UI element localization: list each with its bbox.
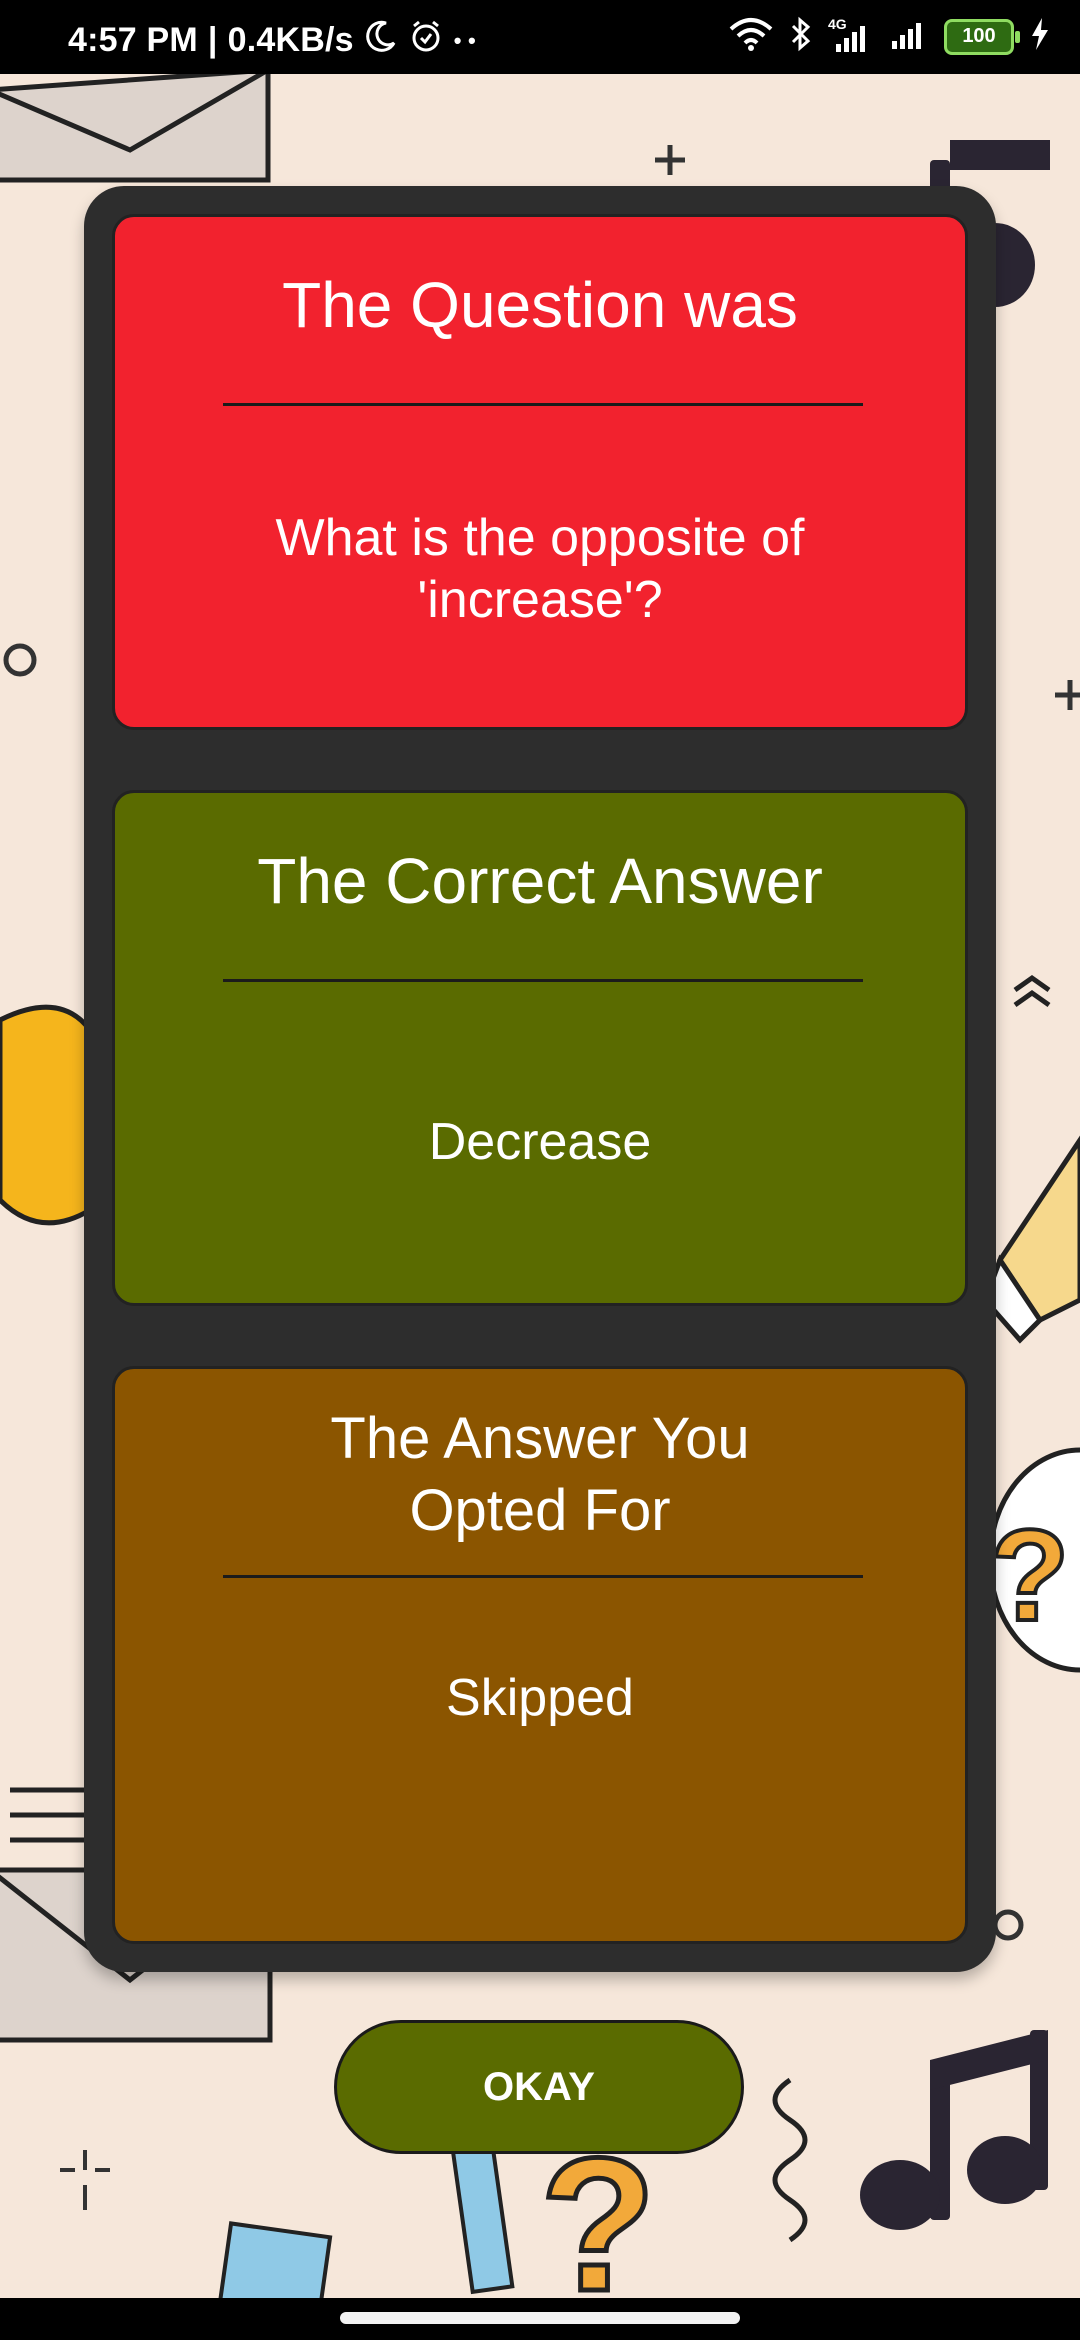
- question-card-title: The Question was: [282, 269, 798, 341]
- bluetooth-icon: [790, 16, 812, 57]
- network-type-label: 4G: [828, 15, 847, 32]
- signal-icon: 4G: [828, 16, 872, 52]
- status-left: 4:57 PM | 0.4KB/s • •: [68, 18, 476, 63]
- navigation-bar: [0, 2298, 1080, 2340]
- battery-level: 100: [962, 25, 996, 47]
- user-answer-title: The Answer You Opted For: [330, 1406, 750, 1543]
- status-separator: |: [207, 21, 218, 59]
- user-answer-divider: [223, 1575, 863, 1578]
- correct-answer-title: The Correct Answer: [257, 845, 823, 917]
- okay-button[interactable]: OKAY: [334, 2020, 744, 2154]
- correct-answer-card: The Correct Answer Decrease: [112, 790, 968, 1306]
- status-speed: 0.4KB/s: [227, 21, 354, 59]
- question-text: What is the opposite of 'increase'?: [275, 509, 805, 629]
- status-time: 4:57 PM: [68, 21, 198, 59]
- battery-icon: 100: [944, 18, 1020, 55]
- result-dialog: The Question was What is the opposite of…: [84, 186, 996, 1972]
- alarm-icon: [408, 18, 444, 63]
- status-right: 4G 100: [728, 16, 1050, 57]
- user-answer-text: Skipped: [446, 1669, 634, 1727]
- gesture-handle[interactable]: [340, 2312, 740, 2324]
- charging-icon: [1030, 18, 1050, 55]
- envelope-doodle: [0, 67, 271, 183]
- correct-answer-divider: [223, 979, 863, 982]
- moon-icon: [364, 19, 398, 62]
- svg-text:?: ?: [990, 1502, 1069, 1648]
- okay-button-label: OKAY: [483, 2064, 595, 2109]
- question-card-divider: [223, 403, 863, 406]
- signal-icon-2: [888, 19, 928, 54]
- status-dots: • •: [453, 27, 476, 53]
- question-card: The Question was What is the opposite of…: [112, 214, 968, 730]
- status-bar: 4:57 PM | 0.4KB/s • • 4G 100: [0, 0, 1080, 74]
- user-answer-card: The Answer You Opted For Skipped: [112, 1366, 968, 1944]
- wifi-icon: [728, 17, 774, 56]
- correct-answer-text: Decrease: [428, 1113, 652, 1171]
